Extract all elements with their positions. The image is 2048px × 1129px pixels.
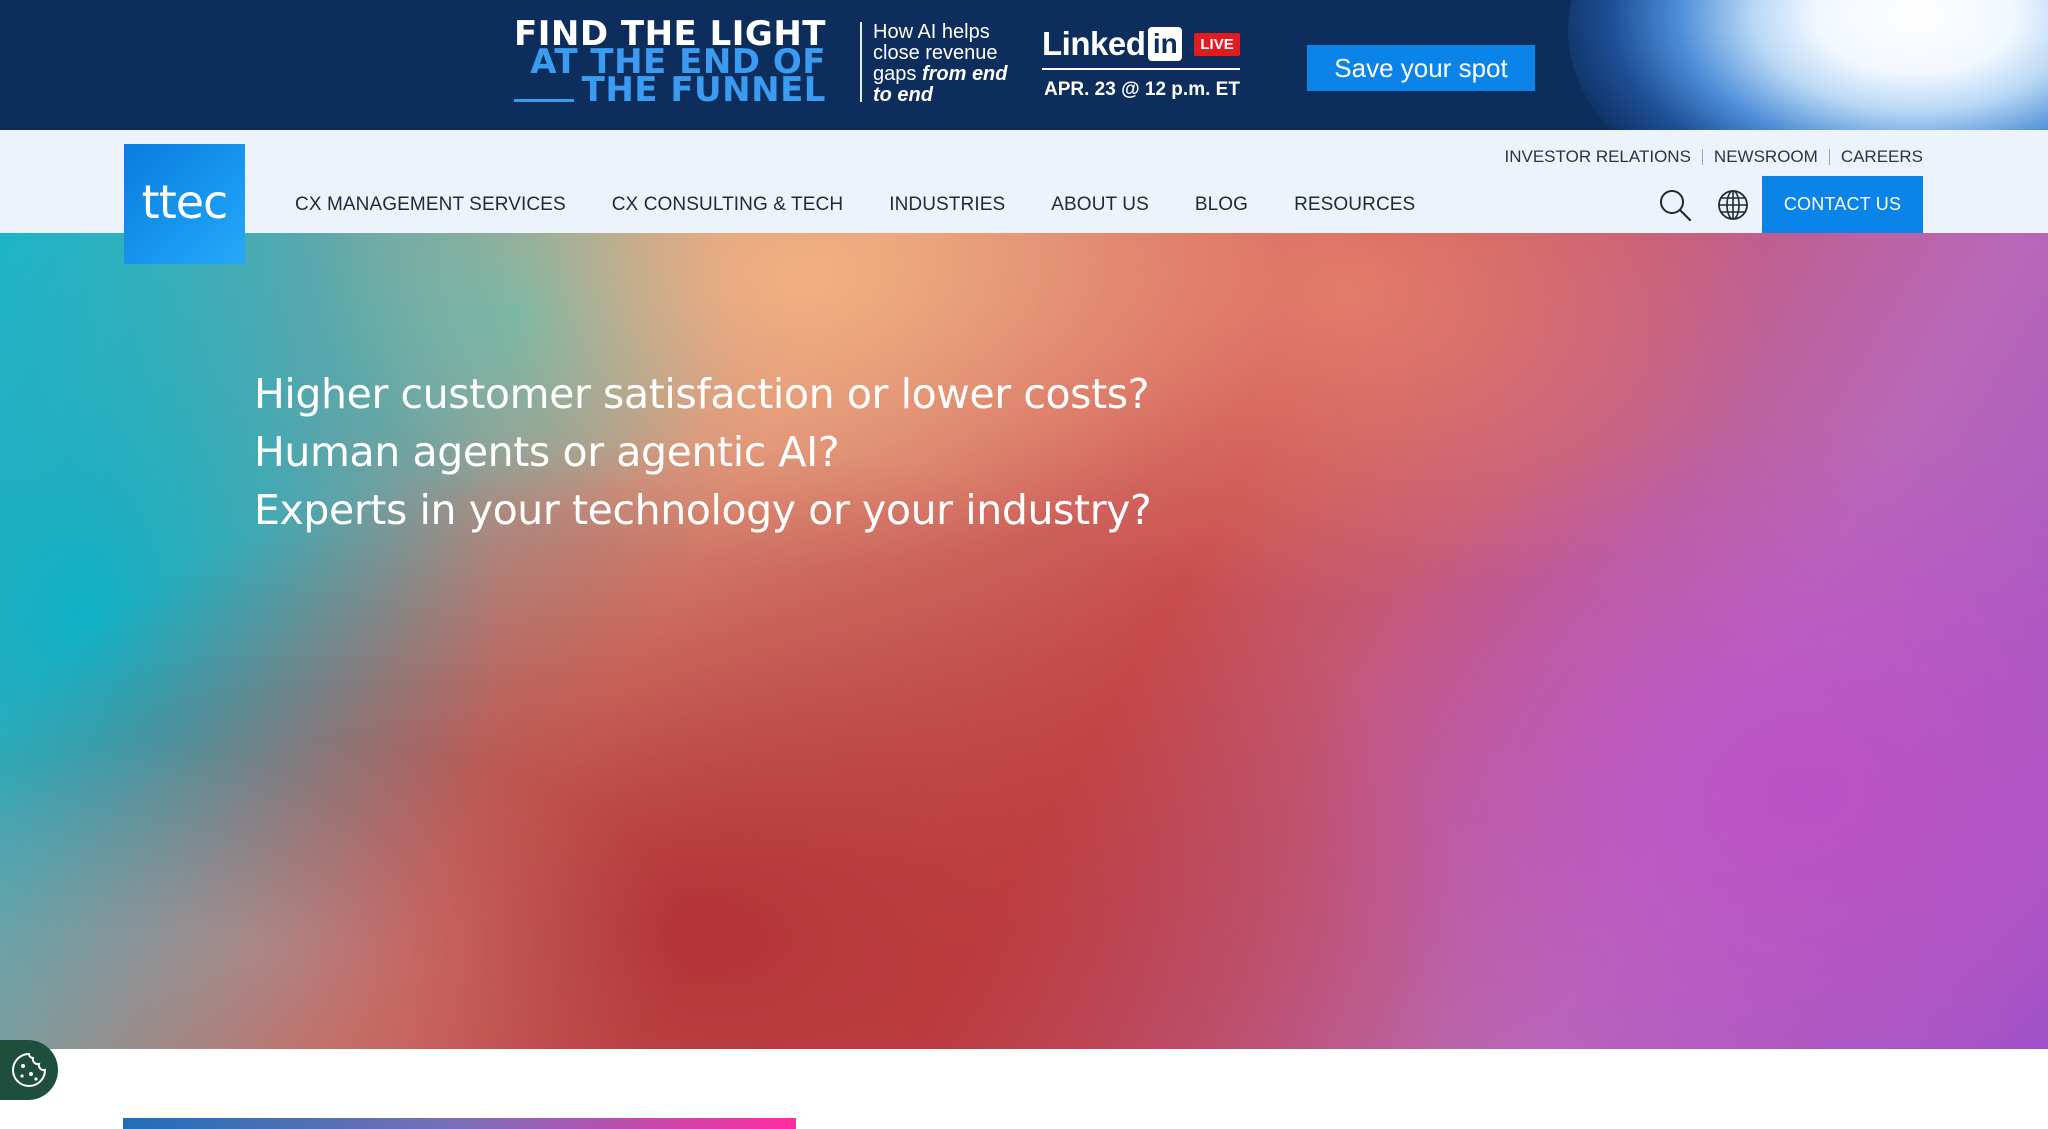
linkedin-live-logo: Linked in LIVE (1042, 24, 1240, 64)
promo-subtext: How AI helps close revenue gaps from end… (873, 22, 1013, 106)
cookie-icon (12, 1052, 47, 1087)
util-link-investor-relations[interactable]: INVESTOR RELATIONS (1505, 147, 1691, 167)
util-separator (1701, 149, 1703, 165)
nav-item-cx-consulting-tech[interactable]: CX CONSULTING & TECH (612, 194, 843, 216)
utility-nav: INVESTOR RELATIONS NEWSROOM CAREERS (1505, 147, 1924, 167)
hero-line: Human agents or agentic AI? (254, 428, 840, 476)
headline-underline (514, 99, 574, 102)
main-nav: CX MANAGEMENT SERVICES CX CONSULTING & T… (295, 194, 1461, 216)
nav-item-about-us[interactable]: ABOUT US (1051, 194, 1149, 216)
hero-line: Higher customer satisfaction or lower co… (254, 370, 1150, 418)
content-card-top[interactable] (123, 1118, 796, 1129)
live-badge: LIVE (1194, 32, 1240, 56)
hero-line: Experts in your technology or your indus… (254, 486, 1152, 534)
event-date: APR. 23 @ 12 p.m. ET (1044, 79, 1240, 100)
promo-banner[interactable]: FIND THE LIGHT AT THE END OF THE FUNNEL … (0, 0, 2048, 130)
util-link-newsroom[interactable]: NEWSROOM (1714, 147, 1818, 167)
cookie-settings-button[interactable] (0, 1040, 58, 1100)
promo-divider (860, 22, 862, 102)
nav-item-industries[interactable]: INDUSTRIES (889, 194, 1005, 216)
promo-date-rule (1042, 68, 1240, 70)
util-separator (1828, 149, 1830, 165)
search-icon[interactable] (1658, 188, 1692, 222)
save-your-spot-button[interactable]: Save your spot (1307, 45, 1535, 91)
nav-item-cx-management-services[interactable]: CX MANAGEMENT SERVICES (295, 194, 566, 216)
nav-item-resources[interactable]: RESOURCES (1294, 194, 1415, 216)
hero-section: Higher customer satisfaction or lower co… (0, 233, 2048, 1049)
logo-wordmark: ttec (141, 175, 229, 229)
nav-item-blog[interactable]: BLOG (1195, 194, 1248, 216)
ttec-logo[interactable]: ttec (124, 144, 245, 264)
linkedin-wordmark: Linked (1042, 25, 1146, 62)
globe-icon[interactable] (1717, 189, 1749, 221)
contact-us-button[interactable]: CONTACT US (1762, 176, 1923, 233)
linkedin-icon: in (1148, 27, 1183, 61)
hero-headline: Higher customer satisfaction or lower co… (254, 365, 1152, 539)
hero-sheen (0, 733, 700, 1049)
util-link-careers[interactable]: CAREERS (1841, 147, 1923, 167)
banner-light-graphic (1568, 0, 2048, 130)
promo-headline: FIND THE LIGHT AT THE END OF THE FUNNEL (514, 17, 826, 107)
